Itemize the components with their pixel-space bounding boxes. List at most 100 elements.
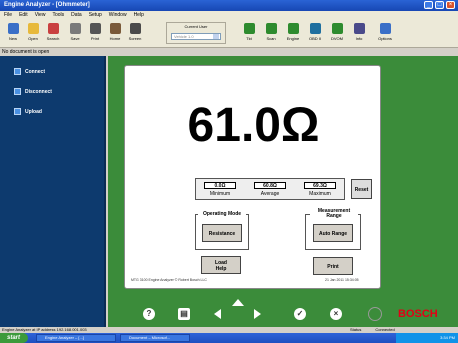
upload-icon: [14, 108, 21, 115]
open-folder-icon: [27, 23, 39, 34]
maximum-label: Maximum: [309, 191, 331, 197]
obd-button[interactable]: OBD II: [306, 22, 324, 46]
home-button[interactable]: Home: [106, 22, 124, 46]
dvom-button[interactable]: DVOM: [328, 22, 346, 46]
search-button[interactable]: Search: [44, 22, 62, 46]
sidebar-item-disconnect[interactable]: Disconnect: [14, 88, 52, 95]
obd-icon: [309, 23, 321, 34]
dvom-label: DVOM: [331, 36, 343, 41]
options-icon: [379, 23, 391, 34]
engine-label: Engine: [286, 36, 300, 41]
help-icon[interactable]: ?: [143, 308, 155, 320]
open-label: Open: [28, 36, 38, 41]
current-user-select[interactable]: Vehicle 1.0: [171, 33, 221, 40]
maximum-value: 69.3Ω: [304, 182, 336, 189]
menu-setup[interactable]: Setup: [89, 11, 102, 20]
cancel-x-icon[interactable]: ×: [330, 308, 342, 320]
new-button[interactable]: New: [4, 22, 22, 46]
sidebar-item-label: Connect: [25, 68, 45, 75]
operating-mode-label: Operating Mode: [198, 212, 246, 217]
main-area: 61.0Ω 0.0Ω Minimum 60.8Ω Average 69.3Ω M…: [108, 56, 458, 327]
screen-button[interactable]: Screen: [126, 22, 144, 46]
menu-file[interactable]: File: [4, 11, 12, 20]
current-user-value: Vehicle 1.0: [174, 34, 194, 39]
maximize-button[interactable]: □: [435, 1, 444, 9]
toolbar: New Open Search Save Print Home Screen C…: [0, 20, 458, 48]
search-icon: [47, 23, 59, 34]
print-button[interactable]: Print: [313, 257, 353, 275]
load-help-button[interactable]: Load Help: [201, 256, 241, 274]
close-button[interactable]: ×: [446, 1, 455, 9]
arrow-up-icon[interactable]: [232, 299, 244, 306]
home-icon: [109, 23, 121, 34]
menu-view[interactable]: View: [35, 11, 46, 20]
ok-check-icon[interactable]: ✓: [294, 308, 306, 320]
menu-help[interactable]: Help: [134, 11, 144, 20]
taskbar-item-engine-analyzer[interactable]: Engine Analyzer – [...]: [36, 334, 116, 342]
start-button[interactable]: start: [0, 333, 28, 343]
sidebar-item-label: Upload: [25, 108, 42, 115]
engine-icon: [287, 23, 299, 34]
options-button[interactable]: Options: [376, 22, 394, 46]
menu-data[interactable]: Data: [71, 11, 82, 20]
menu-edit[interactable]: Edit: [19, 11, 28, 20]
print-toolbar-button[interactable]: Print: [86, 22, 104, 46]
measurement-range-label: Measurement Range: [310, 209, 358, 219]
scan-icon: [265, 23, 277, 34]
sidebar-item-connect[interactable]: Connect: [14, 68, 45, 75]
ticket-label: Tkt: [246, 36, 252, 41]
home-label: Home: [109, 36, 121, 41]
open-button[interactable]: Open: [24, 22, 42, 46]
taskbar: start Engine Analyzer – [...] Document –…: [0, 333, 458, 343]
ticket-button[interactable]: Tkt: [240, 22, 258, 46]
average-value: 60.8Ω: [254, 182, 286, 189]
scan-button[interactable]: Scan: [262, 22, 280, 46]
minimize-button[interactable]: _: [424, 1, 433, 9]
auto-range-button[interactable]: Auto Range: [313, 224, 353, 242]
info-label: Info: [355, 36, 363, 41]
sidebar-item-label: Disconnect: [25, 88, 52, 95]
copyright-text: MTG 3100 Engine Analyzer © Robert Bosch …: [131, 278, 207, 282]
new-label: New: [8, 36, 17, 41]
bottom-nav: ? ▤ ✓ × BOSCH: [108, 294, 458, 327]
screen-label: Screen: [128, 36, 142, 41]
current-user-label: Current User: [184, 24, 208, 29]
menu-window[interactable]: Window: [109, 11, 127, 20]
bosch-logo-text: BOSCH: [398, 308, 438, 320]
options-label: Options: [378, 36, 392, 41]
bosch-logo-icon: [368, 307, 382, 321]
connect-icon: [14, 68, 21, 75]
engine-button[interactable]: Engine: [284, 22, 302, 46]
screen-icon: [129, 23, 141, 34]
operating-mode-group: Operating Mode Resistance: [195, 212, 249, 250]
print-icon: [89, 23, 101, 34]
minimum-value: 0.0Ω: [204, 182, 236, 189]
info-button[interactable]: Info: [350, 22, 368, 46]
current-user-box: Current User Vehicle 1.0: [166, 22, 226, 44]
save-button[interactable]: Save: [66, 22, 84, 46]
datetime-text: 21 Jan 2011 15:34:05: [325, 278, 359, 282]
search-label: Search: [46, 36, 60, 41]
status-connection: Engine Analyzer at IP address 192.168.00…: [2, 327, 87, 332]
taskbar-item-document[interactable]: Document – Microsof...: [120, 334, 190, 342]
menu-bar: File Edit View Tools Data Setup Window H…: [0, 11, 458, 20]
clock: 3:34 PM: [440, 335, 455, 340]
average-label: Average: [260, 191, 280, 197]
page-icon[interactable]: ▤: [178, 308, 190, 320]
sidebar-item-upload[interactable]: Upload: [14, 108, 42, 115]
save-label: Save: [70, 36, 80, 41]
menu-tools[interactable]: Tools: [52, 11, 64, 20]
resistance-reading: 61.0Ω: [187, 99, 320, 152]
window-titlebar: Engine Analyzer - [Ohmmeter]: [0, 0, 458, 11]
save-icon: [69, 23, 81, 34]
stats-box: 0.0Ω Minimum 60.8Ω Average 69.3Ω Maximum: [195, 178, 345, 200]
window-title: Engine Analyzer - [Ohmmeter]: [4, 2, 90, 8]
ohmmeter-panel: 61.0Ω 0.0Ω Minimum 60.8Ω Average 69.3Ω M…: [124, 65, 381, 289]
load-help-line2: Help: [215, 266, 227, 272]
arrow-right-icon[interactable]: [254, 309, 261, 319]
resistance-button[interactable]: Resistance: [202, 224, 242, 242]
arrow-left-icon[interactable]: [214, 309, 221, 319]
system-tray: 3:34 PM: [396, 333, 458, 343]
info-icon: [353, 23, 365, 34]
reset-button[interactable]: Reset: [351, 179, 372, 199]
